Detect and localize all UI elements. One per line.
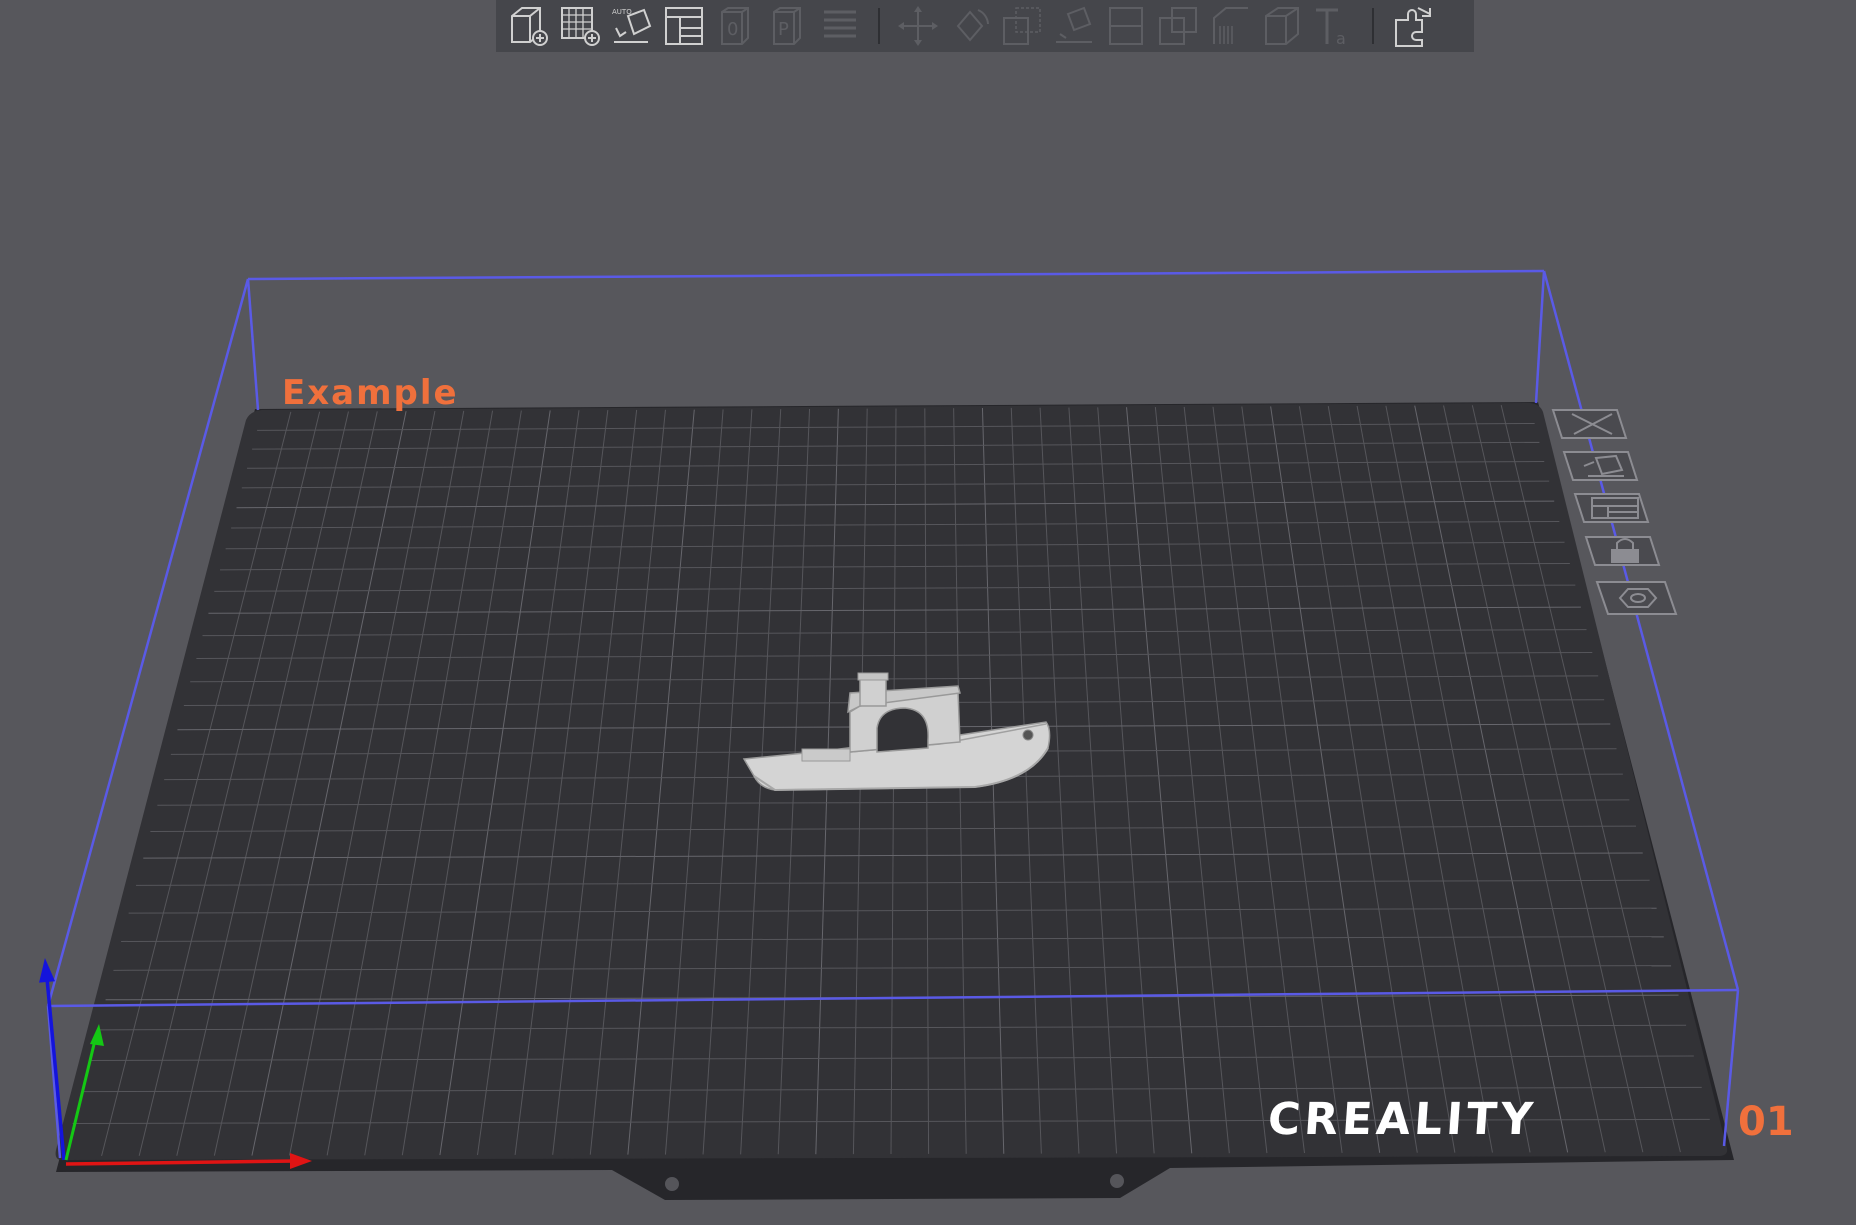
boolean-icon <box>1159 7 1197 45</box>
mount-hole-left <box>665 1177 679 1191</box>
plate-settings-button[interactable] <box>1595 581 1678 615</box>
add-plate-button[interactable] <box>556 2 604 50</box>
toolbar-separator <box>878 8 880 44</box>
brand-logo-text: CREALITY <box>1266 1094 1538 1145</box>
cut-button[interactable] <box>1102 2 1150 50</box>
layout-button[interactable] <box>660 2 708 50</box>
main-toolbar: AUTO 0 Pa <box>496 0 1474 52</box>
lock-plate-button[interactable] <box>1584 536 1661 566</box>
move-icon <box>898 6 938 46</box>
lay-on-face-button[interactable] <box>1050 2 1098 50</box>
text-emboss-icon: a <box>1316 8 1346 48</box>
add-model-icon <box>511 7 548 46</box>
layers-icon <box>824 10 856 38</box>
p-plate-icon: P <box>773 7 801 45</box>
scale-button[interactable] <box>998 2 1046 50</box>
p-plate-button[interactable]: P <box>764 2 812 50</box>
rotate-button[interactable] <box>946 2 994 50</box>
zero-plate-icon: 0 <box>721 7 749 45</box>
zero-plate-button[interactable]: 0 <box>712 2 760 50</box>
svg-text:a: a <box>1336 29 1346 48</box>
measure-icon <box>1265 7 1299 45</box>
plate-layout-button[interactable] <box>1573 493 1650 523</box>
plate-number-label: 01 <box>1738 1099 1794 1145</box>
boolean-button[interactable] <box>1154 2 1202 50</box>
layers-button[interactable] <box>816 2 864 50</box>
measure-button[interactable] <box>1258 2 1306 50</box>
build-plate-scene[interactable]: Example CREALITY 01 <box>0 0 1856 1225</box>
svg-text:P: P <box>778 19 789 40</box>
auto-arrange-icon: AUTO <box>612 8 652 43</box>
add-plate-icon <box>561 7 600 46</box>
mount-hole-right <box>1110 1174 1124 1188</box>
cut-icon <box>1109 7 1143 45</box>
plate-name-label[interactable]: Example <box>282 373 459 413</box>
svg-text:0: 0 <box>727 19 738 40</box>
layout-icon <box>665 7 703 45</box>
add-model-button[interactable] <box>504 2 552 50</box>
3d-viewport[interactable]: Example CREALITY 01 AUTO 0 P a <box>0 0 1856 1225</box>
assembly-icon <box>1395 7 1431 47</box>
toolbar-separator <box>1372 8 1374 44</box>
support-paint-button[interactable] <box>1206 2 1254 50</box>
delete-plate-button[interactable] <box>1551 409 1628 439</box>
move-button[interactable] <box>894 2 942 50</box>
auto-arrange-plate-button[interactable] <box>1562 451 1639 481</box>
rotate-icon <box>956 9 989 42</box>
lay-on-face-icon <box>1056 6 1092 43</box>
support-paint-icon <box>1213 7 1248 44</box>
text-emboss-button[interactable]: a <box>1310 2 1358 50</box>
scale-icon <box>1003 7 1041 45</box>
assembly-button[interactable] <box>1388 2 1436 50</box>
auto-arrange-button[interactable]: AUTO <box>608 2 656 50</box>
